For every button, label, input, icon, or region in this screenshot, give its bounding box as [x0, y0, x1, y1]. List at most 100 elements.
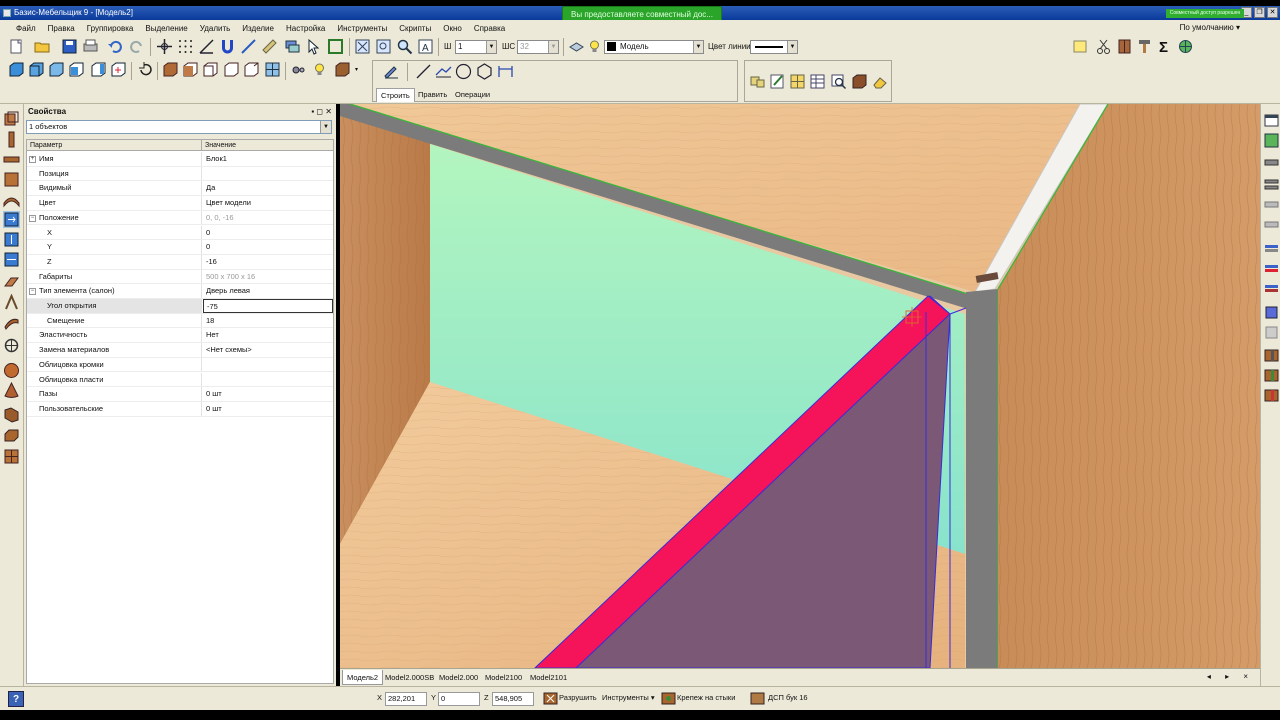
eraser-icon[interactable]: [872, 73, 889, 90]
property-row-element-type[interactable]: − Тип элемента (салон) Дверь левая: [27, 284, 333, 299]
circle-icon[interactable]: [455, 63, 472, 80]
new-file-icon[interactable]: [8, 38, 25, 55]
x-coordinate-field[interactable]: 282,201: [385, 692, 427, 706]
property-row-placement[interactable]: − Положение 0, 0, -16: [27, 210, 333, 226]
panel-vertical-icon[interactable]: [48, 61, 65, 78]
drawer-slide-2-icon[interactable]: [1263, 260, 1280, 277]
layers-icon[interactable]: [284, 38, 301, 55]
help-icon[interactable]: ?: [8, 691, 24, 707]
box-front-icon[interactable]: [182, 61, 199, 78]
light-icon[interactable]: [311, 61, 328, 78]
menu-tools[interactable]: Инструменты: [331, 24, 393, 33]
assembly-icon[interactable]: [749, 73, 766, 90]
zoom-icon[interactable]: [396, 38, 413, 55]
panel-horizontal-icon[interactable]: [28, 61, 45, 78]
tool-vertical-panel-icon[interactable]: [3, 131, 20, 148]
print-icon[interactable]: [82, 38, 99, 55]
3d-viewport[interactable]: [340, 104, 1260, 668]
panel-front-icon[interactable]: [8, 61, 25, 78]
menu-grouping[interactable]: Группировка: [81, 24, 140, 33]
tab-model2-000[interactable]: Model2.000: [435, 670, 482, 685]
box-brown-icon[interactable]: [162, 61, 179, 78]
edit-note-icon[interactable]: [769, 73, 786, 90]
panel-back-icon[interactable]: [68, 61, 85, 78]
open-folder-icon[interactable]: [34, 38, 51, 55]
hammer-icon[interactable]: [1136, 38, 1153, 55]
box-tool-icon[interactable]: [851, 73, 868, 90]
line-width-combo[interactable]: 1 ▼: [455, 40, 497, 54]
tool-handle-icon[interactable]: [3, 274, 20, 291]
z-coordinate-field[interactable]: 548,905: [492, 692, 534, 706]
material-swatch-icon[interactable]: [749, 690, 766, 707]
magnet-icon[interactable]: [219, 38, 236, 55]
property-row-color[interactable]: Цвет Цвет модели: [27, 196, 333, 211]
tool-drawer-icon[interactable]: [3, 231, 20, 248]
box-outline-icon[interactable]: [223, 61, 240, 78]
view-window-icon[interactable]: [1263, 112, 1280, 129]
tool-horizontal-panel-icon[interactable]: [3, 151, 20, 168]
grid-dots-icon[interactable]: [177, 38, 194, 55]
box-side-icon[interactable]: [243, 61, 260, 78]
cabinet-red-icon[interactable]: [1263, 387, 1280, 404]
scissors-icon[interactable]: [1095, 38, 1112, 55]
cube-blue-icon[interactable]: [1263, 304, 1280, 321]
tool-profile-icon[interactable]: [3, 314, 20, 331]
tool-grid-panel-icon[interactable]: [3, 448, 20, 465]
tab-build[interactable]: Строить: [376, 88, 415, 102]
joints-icon[interactable]: [660, 690, 677, 707]
current-material[interactable]: ДСП бук 16: [768, 693, 808, 702]
measure-line-icon[interactable]: [240, 38, 257, 55]
cabinet-icon[interactable]: [1116, 38, 1133, 55]
menu-settings[interactable]: Настройка: [280, 24, 331, 33]
lightbulb-icon[interactable]: [586, 38, 603, 55]
menu-edit[interactable]: Правка: [42, 24, 81, 33]
dimension-icon[interactable]: [497, 63, 514, 80]
property-row-custom[interactable]: Пользовательские 0 шт: [27, 401, 333, 417]
zoom-window-icon[interactable]: [375, 38, 392, 55]
tool-shelf-icon[interactable]: [3, 427, 20, 444]
menu-window[interactable]: Окно: [437, 24, 468, 33]
globe-icon[interactable]: [1177, 38, 1194, 55]
inspect-icon[interactable]: [830, 73, 847, 90]
panel-insert-icon[interactable]: [110, 61, 127, 78]
line-icon[interactable]: [415, 63, 432, 80]
tab-nav-buttons[interactable]: ◂ ▸ ×: [1207, 672, 1254, 681]
tool-legs-icon[interactable]: [3, 294, 20, 311]
close-icon[interactable]: ✕: [1267, 7, 1278, 18]
box-open-icon[interactable]: [202, 61, 219, 78]
text-frame-icon[interactable]: A: [417, 38, 434, 55]
material-icon[interactable]: [334, 61, 351, 78]
zoom-fit-icon[interactable]: [354, 38, 371, 55]
snap-cross-icon[interactable]: [156, 38, 173, 55]
joints-button[interactable]: Крепеж на стыки: [677, 693, 735, 702]
frame-icon[interactable]: [327, 38, 344, 55]
save-icon[interactable]: [61, 38, 78, 55]
property-row-z[interactable]: Z -16: [27, 254, 333, 270]
view-green-icon[interactable]: [1263, 132, 1280, 149]
undo-icon[interactable]: [107, 38, 124, 55]
property-row-dimensions[interactable]: Габариты 500 x 700 x 16: [27, 269, 333, 285]
property-row-edge-facing[interactable]: Облицовка кромки: [27, 357, 333, 373]
hinge-tool-4-icon[interactable]: [1263, 216, 1280, 233]
hardware-icon[interactable]: [290, 61, 307, 78]
tool-door-icon[interactable]: [3, 211, 20, 228]
menu-product[interactable]: Изделие: [236, 24, 280, 33]
tool-box-icon[interactable]: [3, 251, 20, 268]
property-row-grooves[interactable]: Пазы 0 шт: [27, 387, 333, 402]
tool-sphere-icon[interactable]: [3, 362, 20, 379]
polyline-icon[interactable]: [435, 63, 452, 80]
y-coordinate-field[interactable]: 0: [438, 692, 480, 706]
property-row-material-replace[interactable]: Замена материалов <Нет схемы>: [27, 343, 333, 358]
hexagon-icon[interactable]: [476, 63, 493, 80]
restore-icon[interactable]: ❐: [1254, 7, 1265, 18]
object-selector[interactable]: 1 объектов ▼: [26, 120, 332, 134]
facade-icon[interactable]: [264, 61, 281, 78]
cabinet-side-icon[interactable]: [1263, 347, 1280, 364]
tab-operations[interactable]: Операции: [451, 88, 494, 102]
property-row-name[interactable]: + Имя Блок1: [27, 152, 333, 167]
tab-model2-000sb[interactable]: Model2.000SB: [381, 670, 438, 685]
menu-delete[interactable]: Удалить: [194, 24, 237, 33]
redo-icon[interactable]: [128, 38, 145, 55]
note-icon[interactable]: [1072, 38, 1089, 55]
panel-window-buttons[interactable]: ▪ ◻ ✕: [311, 106, 332, 118]
